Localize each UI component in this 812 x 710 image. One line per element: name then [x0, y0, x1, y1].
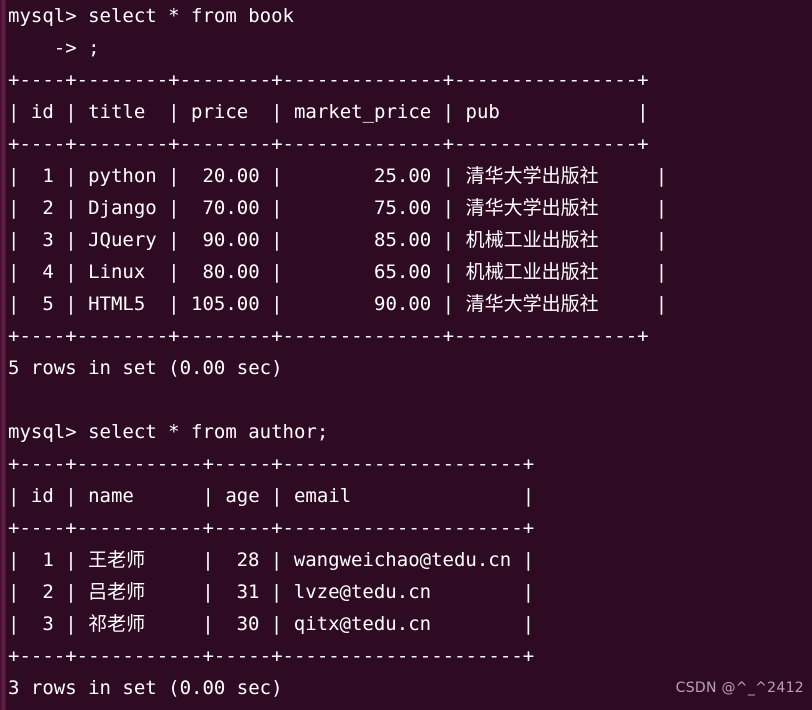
book-table-header-separator: +----+--------+--------+--------------+-… [8, 133, 649, 155]
terminal-line-author-query: mysql> select * from author; [8, 421, 329, 443]
author-table-row: | 3 | 祁老师 | 30 | qitx@tedu.cn | [8, 613, 535, 635]
book-table-row: | 1 | python | 20.00 | 25.00 | 清华大学出版社 | [8, 165, 668, 187]
book-table-row: | 5 | HTML5 | 105.00 | 90.00 | 清华大学出版社 | [8, 293, 668, 315]
terminal-left-edge-stripe [0, 0, 6, 710]
terminal-screen[interactable]: mysql> select * from book -> ; +----+---… [8, 0, 812, 710]
author-table-top-border: +----+-----------+-----+----------------… [8, 453, 535, 475]
cjk-text: 清华大学出版社 [465, 165, 599, 187]
cjk-text: 清华大学出版社 [465, 293, 599, 315]
book-query-status: 5 rows in set (0.00 sec) [8, 357, 283, 379]
book-table-row: | 4 | Linux | 80.00 | 65.00 | 机械工业出版社 | [8, 261, 668, 283]
cjk-text: 机械工业出版社 [465, 261, 599, 283]
book-table-bottom-border: +----+--------+--------+--------------+-… [8, 325, 649, 347]
book-table-row: | 3 | JQuery | 90.00 | 85.00 | 机械工业出版社 | [8, 229, 668, 251]
mysql-terminal-window[interactable]: mysql> select * from book -> ; +----+---… [0, 0, 812, 710]
terminal-line-book-continuation: -> ; [8, 37, 100, 59]
cjk-text: 王老师 [88, 549, 146, 571]
author-table-bottom-border: +----+-----------+-----+----------------… [8, 645, 535, 667]
book-table-header-row: | id | title | price | market_price | pu… [8, 101, 649, 123]
cjk-text: 吕老师 [88, 581, 146, 603]
cjk-text: 机械工业出版社 [465, 229, 599, 251]
cjk-text: 清华大学出版社 [465, 197, 599, 219]
author-table-header-row: | id | name | age | email | [8, 485, 535, 507]
terminal-line-book-query: mysql> select * from book [8, 5, 294, 27]
csdn-watermark: CSDN @^_^2412 [675, 680, 804, 696]
author-table-row: | 2 | 吕老师 | 31 | lvze@tedu.cn | [8, 581, 535, 603]
cjk-text: 祁老师 [88, 613, 146, 635]
book-table-row: | 2 | Django | 70.00 | 75.00 | 清华大学出版社 | [8, 197, 668, 219]
author-table-row: | 1 | 王老师 | 28 | wangweichao@tedu.cn | [8, 549, 535, 571]
author-table-header-separator: +----+-----------+-----+----------------… [8, 517, 535, 539]
book-table-top-border: +----+--------+--------+--------------+-… [8, 69, 649, 91]
